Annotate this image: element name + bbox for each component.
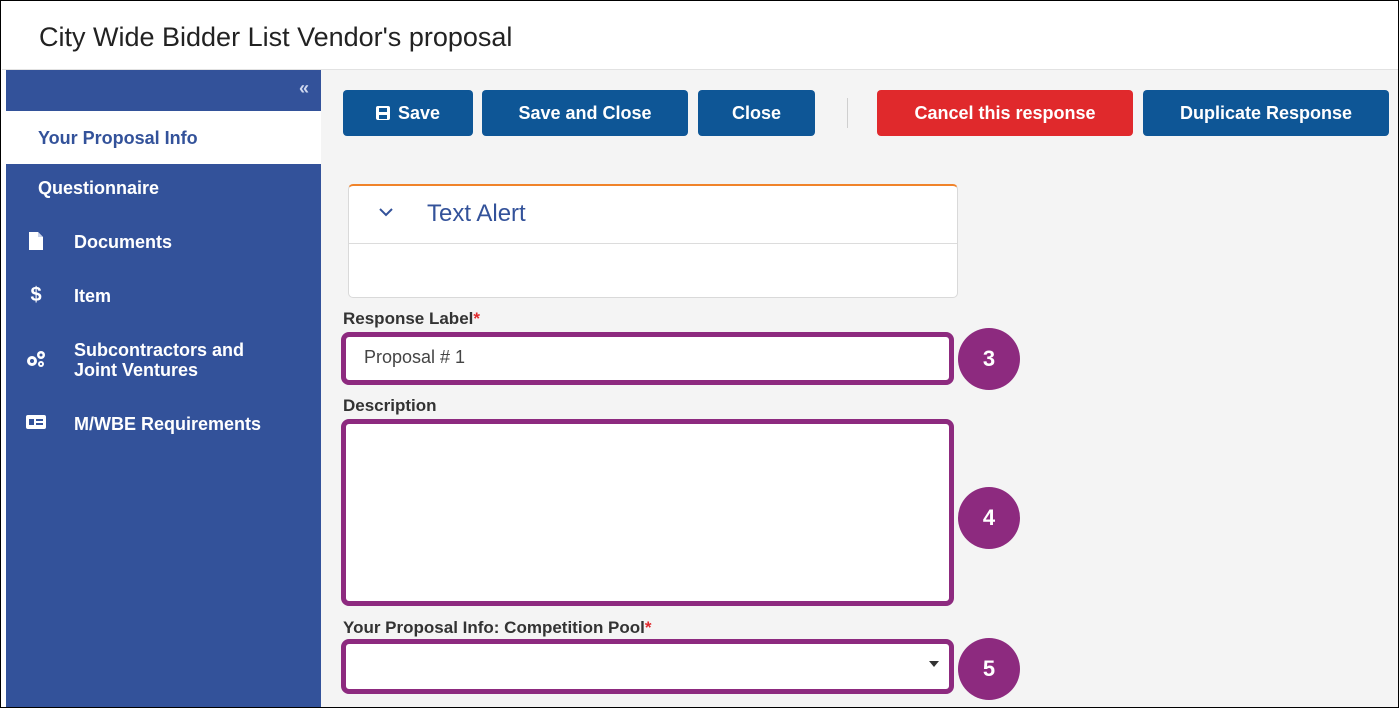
competition-pool-label: Your Proposal Info: Competition Pool* (343, 618, 652, 638)
sidebar-item-your-proposal-info[interactable]: Your Proposal Info (6, 111, 321, 164)
sidebar-item-label-block: Subcontractors and Joint Ventures (74, 340, 244, 380)
field-label-text: Response Label (343, 309, 474, 328)
duplicate-response-button[interactable]: Duplicate Response (1143, 90, 1389, 136)
title-bar: City Wide Bidder List Vendor's proposal (2, 2, 1398, 70)
close-button[interactable]: Close (698, 90, 815, 136)
sidebar: « Your Proposal Info Questionnaire Docum… (6, 70, 321, 707)
response-label-value: Proposal # 1 (364, 347, 466, 367)
dollar-icon: $ (30, 284, 42, 306)
annotation-badge-4: 4 (958, 487, 1020, 549)
sidebar-item-mwbe-requirements[interactable]: M/WBE Requirements (6, 414, 321, 438)
document-icon (25, 232, 47, 255)
sidebar-item-label: Questionnaire (38, 178, 160, 198)
sidebar-item-label: Subcontractors and (74, 340, 245, 360)
sidebar-item-label: Documents (74, 232, 173, 252)
save-label: Save (397, 102, 441, 123)
sidebar-item-label: Your Proposal Info (38, 128, 198, 148)
collapse-sidebar-icon[interactable]: « (299, 78, 309, 99)
required-mark: * (473, 309, 480, 328)
annotation-badge-3: 3 (958, 328, 1020, 390)
gears-icon (25, 350, 47, 373)
main-content: Save Save and Close Close Cancel this re… (321, 70, 1398, 707)
cancel-response-button[interactable]: Cancel this response (877, 90, 1133, 136)
description-textarea[interactable] (341, 419, 954, 606)
competition-pool-select[interactable] (341, 639, 954, 694)
chevron-down-icon[interactable] (379, 201, 393, 222)
text-alert-title: Text Alert (427, 200, 526, 227)
sidebar-item-label-line2: Joint Ventures (74, 360, 199, 380)
sidebar-item-documents[interactable]: Documents (6, 232, 321, 256)
description-label: Description (343, 396, 437, 415)
sidebar-item-label: Item (74, 286, 112, 306)
field-label-text: Your Proposal Info: Competition Pool (343, 618, 645, 637)
sidebar-item-questionnaire[interactable]: Questionnaire (6, 178, 321, 202)
text-alert-panel: Text Alert (348, 184, 958, 298)
id-card-icon (25, 414, 47, 435)
save-icon (375, 106, 390, 120)
annotation-badge-5: 5 (958, 638, 1020, 700)
caret-down-icon (929, 661, 939, 667)
page-title: City Wide Bidder List Vendor's proposal (39, 22, 513, 52)
toolbar-separator (847, 98, 848, 128)
app-window: City Wide Bidder List Vendor's proposal … (0, 0, 1399, 708)
save-button[interactable]: Save (343, 90, 473, 136)
required-mark: * (644, 618, 652, 637)
sidebar-item-subcontractors[interactable]: Subcontractors and Joint Ventures (6, 340, 321, 384)
sidebar-item-item[interactable]: $ Item (6, 284, 321, 310)
response-label-label: Response Label* (343, 309, 480, 329)
text-alert-header[interactable]: Text Alert (349, 186, 957, 244)
response-label-input[interactable]: Proposal # 1 (341, 332, 954, 385)
save-and-close-button[interactable]: Save and Close (482, 90, 688, 136)
sidebar-item-label: M/WBE Requirements (74, 414, 262, 434)
